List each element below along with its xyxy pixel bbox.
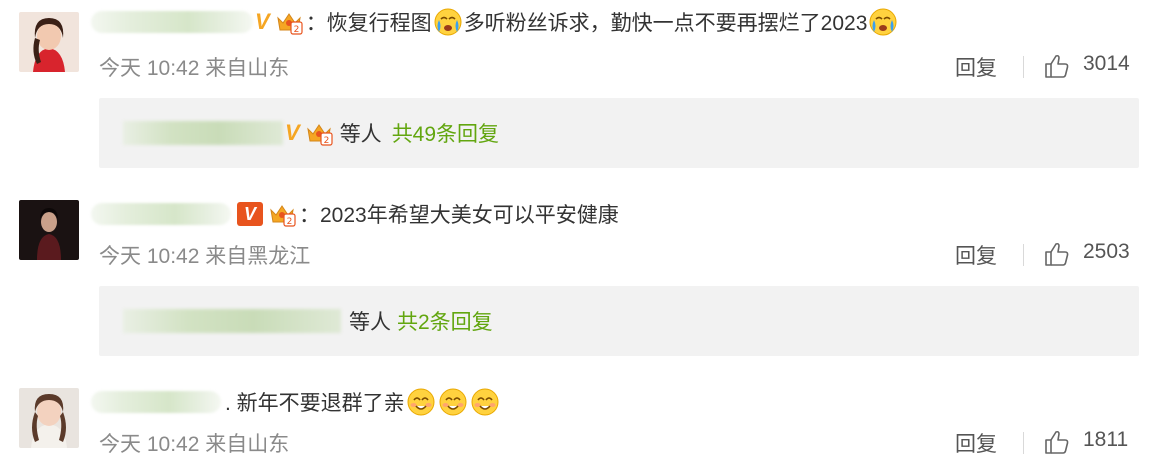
crown-fan-badge-icon: [274, 8, 304, 36]
comment-source: 来自山东: [205, 433, 290, 456]
like-count: 1811: [1083, 428, 1129, 451]
comment-source: 来自山东: [205, 57, 290, 80]
reply-usernames-blurred[interactable]: [123, 309, 341, 333]
like-count: 3014: [1083, 52, 1130, 75]
crown-fan-badge-icon: [304, 119, 334, 147]
crying-face-emoji-icon: [868, 7, 898, 37]
divider: [1023, 244, 1024, 266]
thumbs-up-icon[interactable]: [1043, 52, 1071, 80]
username-blurred[interactable]: [91, 203, 231, 225]
sub-reply-suffix: 等人: [349, 311, 391, 334]
smiling-face-emoji-icon: [470, 387, 500, 417]
comment-text: . 新年不要退群了亲: [225, 392, 405, 415]
divider: [1023, 432, 1024, 454]
avatar[interactable]: [19, 12, 79, 72]
username-blurred[interactable]: [91, 391, 221, 413]
avatar[interactable]: [19, 200, 79, 260]
sub-replies-panel: 等人 共2条回复: [99, 286, 1139, 356]
comment-time: 今天 10:42: [99, 57, 200, 80]
sub-replies-panel: V 等人 共49条回复: [99, 98, 1139, 168]
like-count: 2503: [1083, 240, 1130, 263]
comment-meta: 今天 10:42 来自黑龙江: [99, 240, 310, 270]
reply-button[interactable]: 回复: [955, 428, 997, 458]
divider: [1023, 56, 1024, 78]
username-blurred[interactable]: [91, 11, 253, 33]
smiling-face-emoji-icon: [438, 387, 468, 417]
comment-source: 来自黑龙江: [205, 245, 311, 268]
comment-time: 今天 10:42: [99, 245, 200, 268]
thumbs-up-icon[interactable]: [1043, 240, 1071, 268]
comment-text: ：2023年希望大美女可以平安健康: [299, 204, 619, 227]
reply-button[interactable]: 回复: [955, 240, 997, 270]
comment-item: V ：2023年希望大美女可以平安健康 今天 10:42 来自黑龙江 回复 25…: [0, 188, 1174, 363]
vip-v-icon: V: [285, 120, 300, 145]
reply-usernames-blurred[interactable]: [123, 121, 283, 145]
avatar[interactable]: [19, 388, 79, 448]
vip-v-icon: V: [255, 9, 270, 34]
comment-time: 今天 10:42: [99, 433, 200, 456]
comment-item: . 新年不要退群了亲 今天 10:42 来自山东 回复 1811: [0, 376, 1174, 473]
sub-reply-suffix: 等人: [339, 123, 382, 146]
comment-item: V ：恢复行程图 多听粉丝诉求，勤快一点不要再摆烂了2023 今天 10:42 …: [0, 0, 1174, 175]
reply-button[interactable]: 回复: [955, 52, 997, 82]
vip-v-icon: V: [237, 202, 263, 226]
crying-face-emoji-icon: [433, 7, 463, 37]
crown-fan-badge-icon: [267, 200, 297, 228]
thumbs-up-icon[interactable]: [1043, 428, 1071, 456]
view-replies-link[interactable]: 共2条回复: [397, 306, 493, 336]
comment-meta: 今天 10:42 来自山东: [99, 52, 289, 82]
smiling-face-emoji-icon: [406, 387, 436, 417]
comment-meta: 今天 10:42 来自山东: [99, 428, 289, 458]
comment-text: ：恢复行程图: [305, 12, 432, 35]
comment-text-continued: 多听粉丝诉求，勤快一点不要再摆烂了2023: [463, 12, 868, 35]
view-replies-link[interactable]: 共49条回复: [392, 118, 499, 148]
